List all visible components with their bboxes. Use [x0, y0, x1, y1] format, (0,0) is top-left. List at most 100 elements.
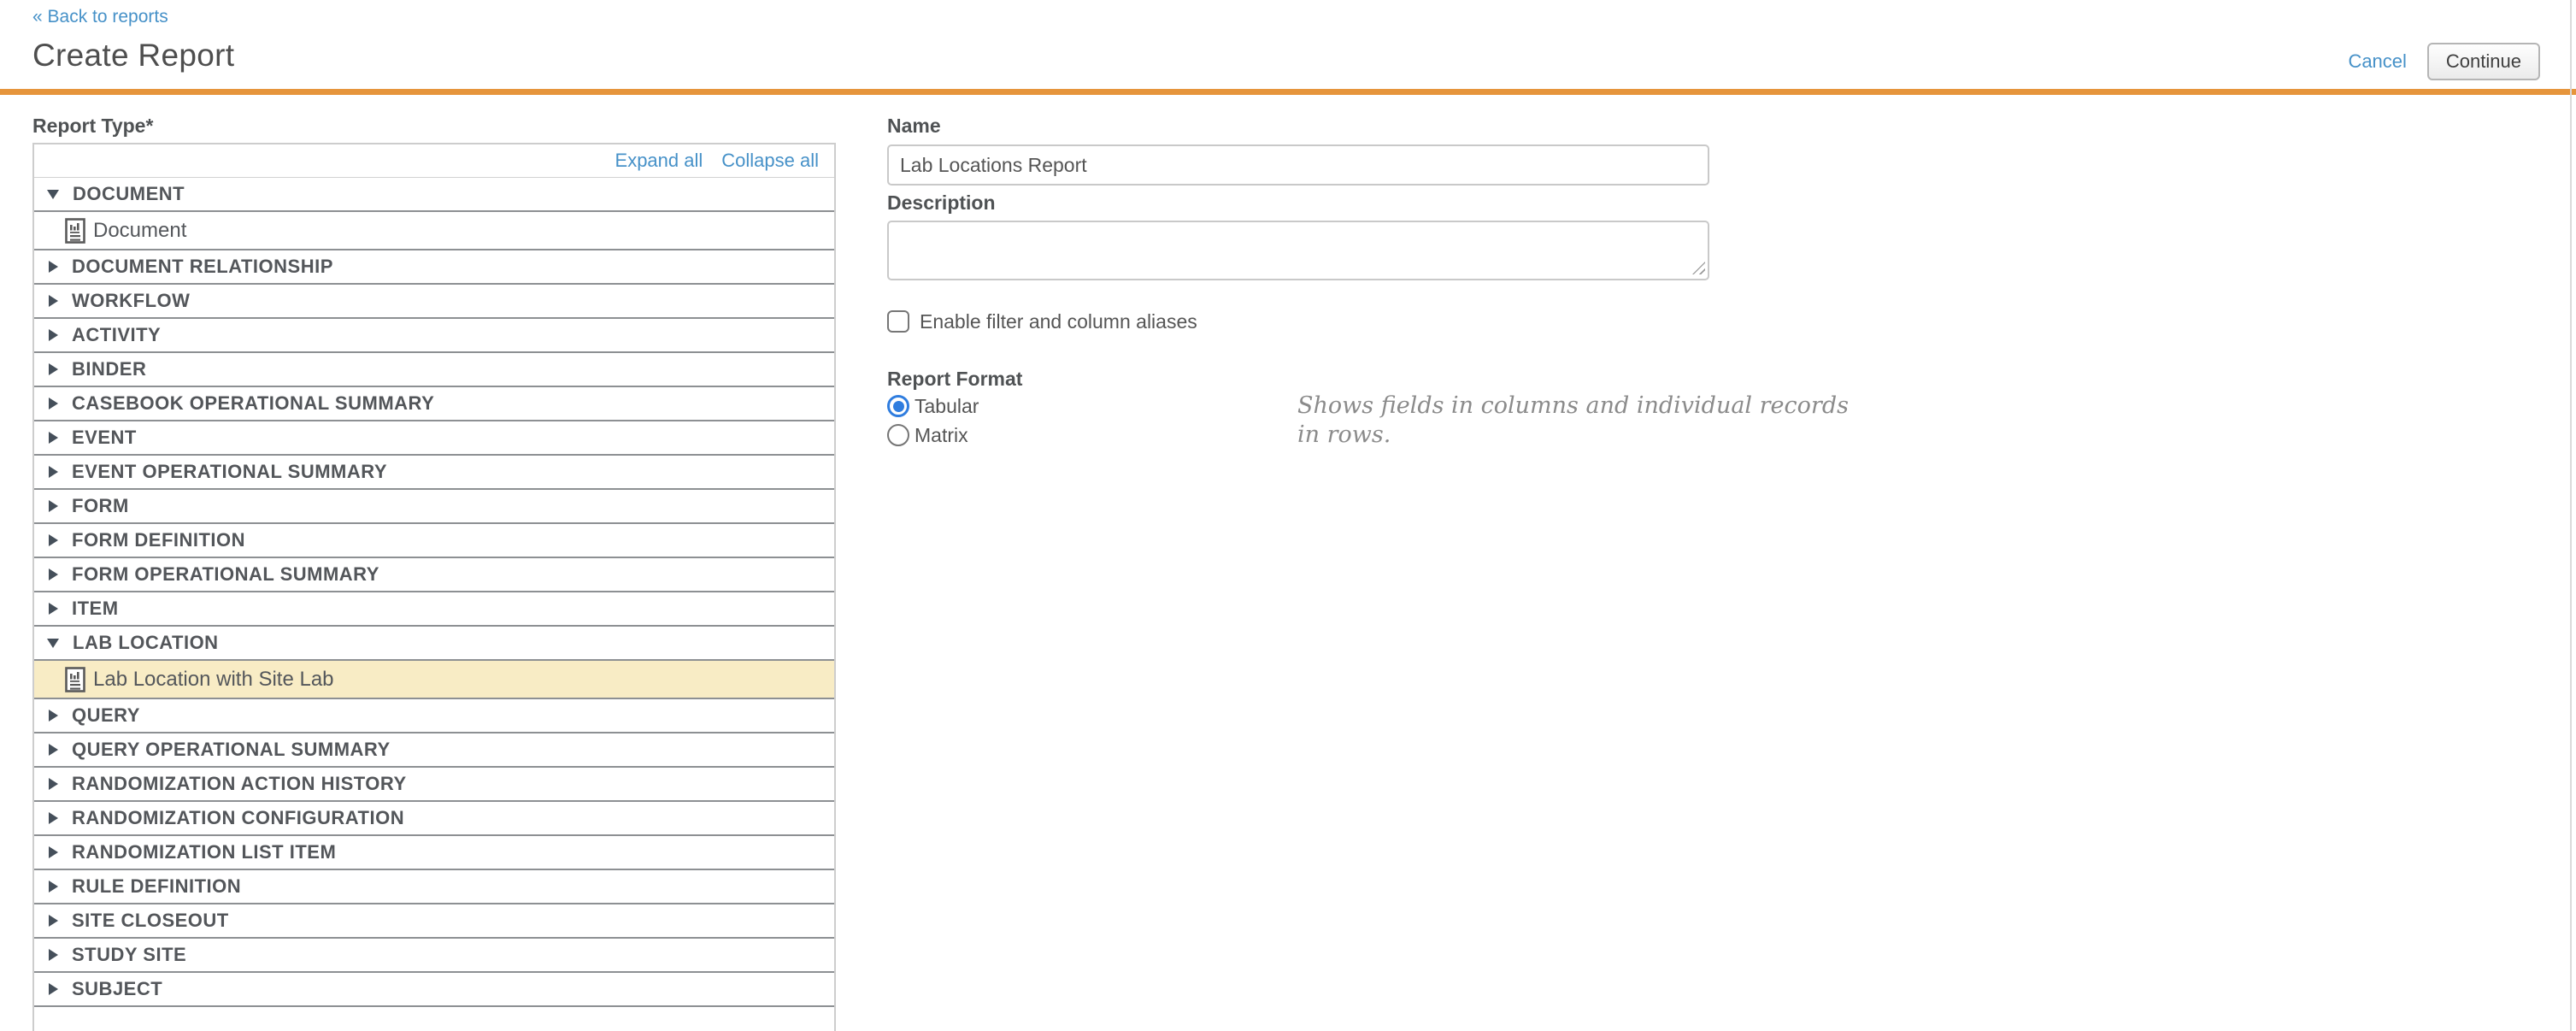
tree-category-label: ITEM [72, 598, 119, 620]
tree-category-label: DOCUMENT [73, 183, 185, 205]
format-hint-line: in rows. [1297, 421, 1827, 450]
tree-category-row[interactable]: DOCUMENT RELATIONSHIP [34, 250, 834, 285]
enable-aliases-checkbox[interactable] [887, 310, 909, 333]
caret-right-icon[interactable] [49, 398, 58, 409]
report-type-tree: DOCUMENT DocumentDOCUMENT RELATIONSHIP WOR… [34, 178, 834, 1007]
caret-right-icon[interactable] [49, 710, 58, 722]
caret-right-icon[interactable] [49, 603, 58, 615]
caret-right-icon[interactable] [49, 846, 58, 858]
cancel-button[interactable]: Cancel [2348, 50, 2406, 73]
caret-right-icon[interactable] [49, 261, 58, 273]
caret-right-icon[interactable] [49, 432, 58, 444]
tree-category-row[interactable]: RULE DEFINITION [34, 870, 834, 904]
caret-right-icon[interactable] [49, 983, 58, 995]
radio-icon[interactable] [887, 395, 909, 417]
caret-down-icon[interactable] [47, 190, 59, 199]
tree-category-row[interactable]: SUBJECT [34, 973, 834, 1007]
tree-category-row[interactable]: QUERY OPERATIONAL SUMMARY [34, 733, 834, 768]
caret-down-icon[interactable] [47, 639, 59, 648]
caret-right-icon[interactable] [49, 466, 58, 478]
tree-category-row[interactable]: STUDY SITE [34, 939, 834, 973]
caret-right-icon[interactable] [49, 744, 58, 756]
tree-category-label: EVENT [72, 427, 137, 449]
tree-category-label: QUERY OPERATIONAL SUMMARY [72, 739, 391, 761]
scrollbar-track-edge [2570, 0, 2572, 1031]
tree-category-row[interactable]: SITE CLOSEOUT [34, 904, 834, 939]
caret-right-icon[interactable] [49, 915, 58, 927]
tree-category-row[interactable]: RANDOMIZATION CONFIGURATION [34, 802, 834, 836]
tree-category-row[interactable]: QUERY [34, 699, 834, 733]
caret-right-icon[interactable] [49, 812, 58, 824]
expand-all-link[interactable]: Expand all [615, 150, 703, 172]
report-details-form: Name Description Enable filter and colum… [887, 115, 1709, 448]
radio-option-label: Tabular [915, 395, 979, 418]
description-input[interactable] [887, 221, 1709, 280]
tree-category-label: SUBJECT [72, 978, 162, 1000]
enable-aliases-label: Enable filter and column aliases [920, 310, 1197, 333]
tree-category-label: LAB LOCATION [73, 632, 219, 654]
tree-category-row[interactable]: FORM [34, 490, 834, 524]
tree-category-row[interactable]: CASEBOOK OPERATIONAL SUMMARY [34, 387, 834, 421]
tree-category-label: FORM DEFINITION [72, 529, 245, 551]
caret-right-icon[interactable] [49, 363, 58, 375]
format-hint-text: Shows fields in columns and individual r… [1297, 392, 1827, 450]
tree-category-label: SITE CLOSEOUT [72, 910, 229, 932]
tree-category-row[interactable]: WORKFLOW [34, 285, 834, 319]
report-document-icon [65, 218, 85, 244]
page-title: Create Report [32, 38, 234, 74]
caret-right-icon[interactable] [49, 500, 58, 512]
caret-right-icon[interactable] [49, 329, 58, 341]
continue-button[interactable]: Continue [2427, 43, 2540, 80]
tree-item-row[interactable]: Document [34, 212, 834, 250]
caret-right-icon[interactable] [49, 295, 58, 307]
back-to-reports-link[interactable]: « Back to reports [32, 7, 168, 27]
header-actions: Cancel Continue [2348, 43, 2540, 80]
format-hint-line: Shows fields in columns and individual r… [1297, 392, 1827, 421]
tree-category-row[interactable]: EVENT [34, 421, 834, 456]
tree-category-row[interactable]: DOCUMENT [34, 178, 834, 212]
tree-category-row[interactable]: RANDOMIZATION LIST ITEM [34, 836, 834, 870]
report-format-label: Report Format [887, 368, 1709, 390]
tree-category-row[interactable]: BINDER [34, 353, 834, 387]
tree-category-row[interactable]: ITEM [34, 592, 834, 627]
enable-aliases-row[interactable]: Enable filter and column aliases [887, 309, 1709, 333]
report-format-section: Report Format Tabular Matrix Shows field… [887, 368, 1709, 448]
report-type-panel: Expand all Collapse all DOCUMENT Document… [32, 143, 836, 1031]
description-label: Description [887, 191, 1709, 214]
tree-item-label: Lab Location with Site Lab [93, 668, 334, 692]
caret-right-icon[interactable] [49, 881, 58, 893]
tree-category-label: WORKFLOW [72, 290, 190, 312]
create-report-page: « Back to reports Create Report Cancel C… [0, 0, 2576, 1031]
tree-category-row[interactable]: EVENT OPERATIONAL SUMMARY [34, 456, 834, 490]
tree-category-row[interactable]: LAB LOCATION [34, 627, 834, 661]
report-document-icon [65, 667, 85, 692]
tree-category-label: FORM OPERATIONAL SUMMARY [72, 563, 379, 586]
report-type-label: Report Type* [32, 115, 836, 137]
caret-right-icon[interactable] [49, 569, 58, 580]
radio-option-label: Matrix [915, 424, 968, 447]
tree-category-label: CASEBOOK OPERATIONAL SUMMARY [72, 392, 434, 415]
tree-category-row[interactable]: FORM OPERATIONAL SUMMARY [34, 558, 834, 592]
name-input[interactable] [887, 144, 1709, 186]
tree-category-label: RANDOMIZATION ACTION HISTORY [72, 773, 407, 795]
caret-right-icon[interactable] [49, 949, 58, 961]
caret-right-icon[interactable] [49, 778, 58, 790]
name-label: Name [887, 115, 1709, 137]
tree-category-label: BINDER [72, 358, 146, 380]
radio-icon[interactable] [887, 424, 909, 446]
description-field-wrap [887, 221, 1709, 280]
tree-category-label: STUDY SITE [72, 944, 186, 966]
page-header: « Back to reports Create Report Cancel C… [0, 0, 2576, 95]
tree-category-label: RULE DEFINITION [72, 875, 241, 898]
tree-category-row[interactable]: RANDOMIZATION ACTION HISTORY [34, 768, 834, 802]
tree-category-label: RANDOMIZATION CONFIGURATION [72, 807, 404, 829]
tree-category-label: RANDOMIZATION LIST ITEM [72, 841, 336, 863]
report-type-section: Report Type* Expand all Collapse all DOC… [32, 115, 836, 1031]
caret-right-icon[interactable] [49, 534, 58, 546]
collapse-all-link[interactable]: Collapse all [721, 150, 819, 172]
tree-category-label: EVENT OPERATIONAL SUMMARY [72, 461, 387, 483]
tree-category-label: ACTIVITY [72, 324, 161, 346]
tree-category-row[interactable]: FORM DEFINITION [34, 524, 834, 558]
tree-category-row[interactable]: ACTIVITY [34, 319, 834, 353]
tree-item-row[interactable]: Lab Location with Site Lab [34, 661, 834, 699]
